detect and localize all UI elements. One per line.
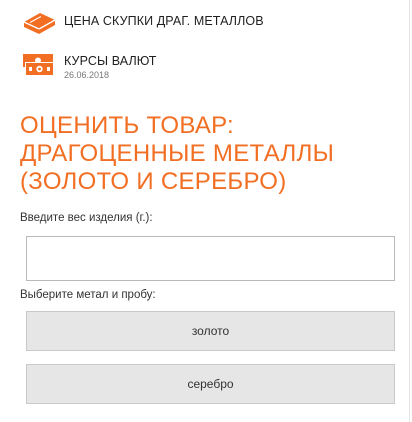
banknotes-icon <box>23 54 53 75</box>
gold-bar-icon <box>23 13 56 34</box>
gold-price-link[interactable]: ЦЕНА СКУПКИ ДРАГ. МЕТАЛЛОВ <box>20 8 264 36</box>
gold-button[interactable]: золото <box>26 311 395 351</box>
rates-date: 26.06.2018 <box>64 70 110 80</box>
weight-input[interactable] <box>26 236 395 281</box>
side-border <box>409 0 410 422</box>
silver-button[interactable]: серебро <box>26 364 395 404</box>
page-title: ОЦЕНИТЬ ТОВАР: ДРАГОЦЕННЫЕ МЕТАЛЛЫ (ЗОЛО… <box>20 112 335 195</box>
gold-price-label: ЦЕНА СКУПКИ ДРАГ. МЕТАЛЛОВ <box>64 14 264 28</box>
weight-label: Введите вес изделия (г.): <box>20 212 153 224</box>
currency-rates-link[interactable]: КУРСЫ ВАЛЮТ 26.06.2018 <box>20 52 157 80</box>
metal-label: Выберите метал и пробу: <box>20 289 156 301</box>
currency-rates-label: КУРСЫ ВАЛЮТ <box>64 54 157 68</box>
